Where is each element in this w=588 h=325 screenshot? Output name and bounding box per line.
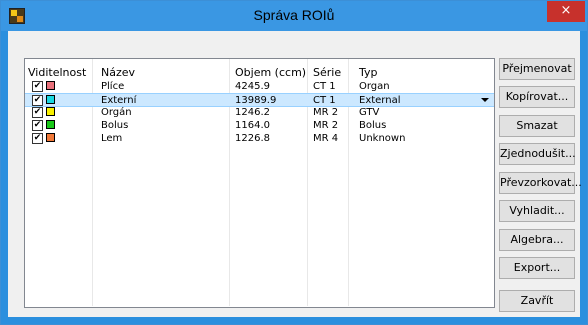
dialog-body: Viditelnost Název Objem (ccm) Série Typ …: [8, 31, 582, 317]
roi-type-cell[interactable]: Organ: [359, 80, 390, 93]
visibility-checkbox[interactable]: ✔: [32, 81, 43, 92]
delete-button[interactable]: Smazat: [499, 115, 575, 137]
table-row[interactable]: ✔ Bolus 1164.0 MR 2 Bolus: [25, 119, 494, 132]
roi-type-cell[interactable]: Unknown: [359, 132, 405, 145]
roi-color-swatch[interactable]: [46, 120, 55, 129]
title-bar: Správa ROIů ×: [1, 1, 587, 31]
close-button[interactable]: Zavřít: [499, 290, 575, 312]
roi-list[interactable]: Viditelnost Název Objem (ccm) Série Typ …: [24, 58, 495, 308]
copy-button[interactable]: Kopírovat...: [499, 86, 575, 108]
roi-color-swatch[interactable]: [46, 107, 55, 116]
dropdown-arrow-icon[interactable]: [481, 98, 489, 102]
roi-series-cell: MR 2: [313, 107, 339, 118]
roi-name-cell: Plíce: [101, 81, 125, 92]
roi-volume-cell: 1226.8: [235, 133, 270, 144]
roi-series-cell: CT 1: [313, 81, 336, 92]
table-row[interactable]: ✔ Externí 13989.9 CT 1 External: [25, 93, 494, 107]
simplify-button[interactable]: Zjednodušit...: [499, 143, 576, 165]
roi-name-cell: Orgán: [101, 107, 132, 118]
visibility-checkbox[interactable]: ✔: [32, 107, 43, 118]
visibility-checkbox[interactable]: ✔: [32, 133, 43, 144]
table-row[interactable]: ✔ Orgán 1246.2 MR 2 GTV: [25, 106, 494, 119]
roi-name-cell: Lem: [101, 133, 123, 144]
smooth-button[interactable]: Vyhladit...: [499, 200, 575, 222]
column-header-visibility[interactable]: Viditelnost: [28, 66, 86, 79]
roi-series-cell: MR 4: [313, 133, 339, 144]
resample-button[interactable]: Převzorkovat...: [499, 172, 582, 194]
roi-color-swatch[interactable]: [46, 133, 55, 142]
roi-color-swatch[interactable]: [46, 95, 55, 104]
column-header-name[interactable]: Název: [101, 66, 135, 79]
roi-color-swatch[interactable]: [46, 81, 55, 90]
visibility-checkbox[interactable]: ✔: [32, 95, 43, 106]
roi-volume-cell: 1164.0: [235, 120, 270, 131]
roi-series-cell: MR 2: [313, 120, 339, 131]
table-row[interactable]: ✔ Plíce 4245.9 CT 1 Organ: [25, 80, 494, 93]
column-header-series[interactable]: Série: [313, 66, 341, 79]
column-header-type[interactable]: Typ: [359, 66, 378, 79]
visibility-checkbox[interactable]: ✔: [32, 120, 43, 131]
roi-type-cell[interactable]: GTV: [359, 106, 379, 119]
roi-type-cell[interactable]: Bolus: [359, 119, 386, 132]
roi-volume-cell: 4245.9: [235, 81, 270, 92]
rename-button[interactable]: Přejmenovat: [499, 58, 575, 80]
list-header: Viditelnost Název Objem (ccm) Série Typ: [25, 59, 494, 79]
table-row[interactable]: ✔ Lem 1226.8 MR 4 Unknown: [25, 132, 494, 145]
roi-name-cell: Bolus: [101, 120, 129, 131]
roi-volume-cell: 1246.2: [235, 107, 270, 118]
export-button[interactable]: Export...: [499, 257, 575, 279]
column-header-volume[interactable]: Objem (ccm): [235, 66, 306, 79]
close-window-button[interactable]: ×: [547, 1, 585, 22]
algebra-button[interactable]: Algebra...: [499, 229, 575, 251]
roi-manager-window: Správa ROIů × Viditelnost Název Objem (c…: [0, 0, 588, 325]
window-title: Správa ROIů: [253, 7, 335, 23]
